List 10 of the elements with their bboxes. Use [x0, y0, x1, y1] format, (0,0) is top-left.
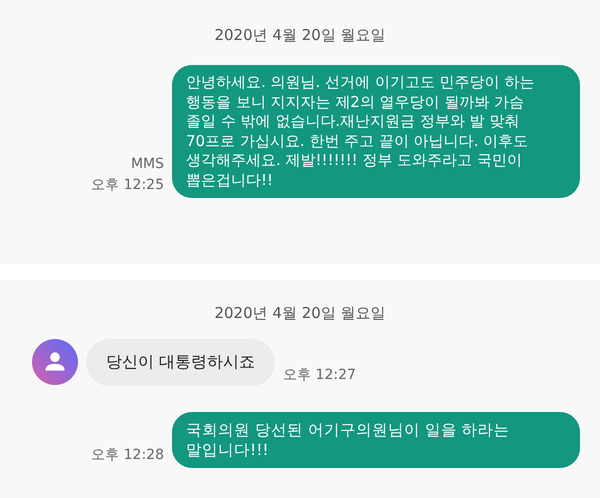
- date-label: 2020년 4월 20일 월요일: [213, 303, 387, 324]
- message-type-label: MMS: [130, 156, 164, 172]
- received-message-bubble: 당신이 대통령하시죠: [86, 339, 276, 386]
- sent-message-bubble: 안녕하세요. 의원님. 선거에 이기고도 민주당이 하는 행동을 보니 지지자는 제2의 열우당이 될까봐 가슴 졸일 수 밖에 없습니다.재난지원금 정부와 발 맞춰 70프로 가십시요. 한번 주고 끝이 아닙니다. 이후도 생각해주세요. 제발!!!!!!! 정부 도와주라고 국민이 뽑은겁니다!!: [172, 65, 580, 198]
- avatar-icon: [32, 339, 78, 386]
- sent-message-bubble: 국회의원 당선된 어기구의원님이 일을 하라는 말입니다!!!: [172, 412, 580, 468]
- message-time: 오후 12:25: [91, 176, 164, 194]
- message-time: 오후 12:27: [283, 366, 356, 385]
- date-label: 2020년 4월 20일 월요일: [213, 25, 387, 46]
- message-time: 오후 12:28: [91, 446, 164, 464]
